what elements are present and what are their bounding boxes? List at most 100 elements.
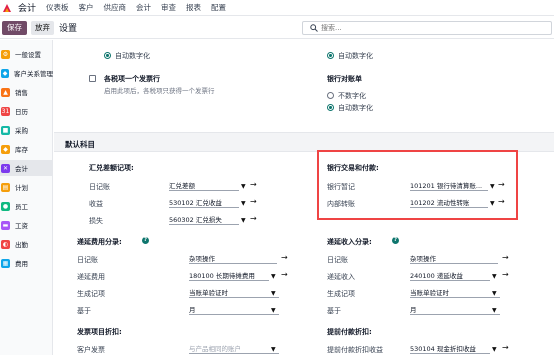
help-icon[interactable]: ? bbox=[142, 237, 149, 244]
sidebar-item-payroll[interactable]: ▬ 工资 bbox=[0, 217, 53, 233]
menu-review[interactable]: 审查 bbox=[161, 2, 176, 13]
chevron-down-icon[interactable]: ▼ bbox=[271, 346, 276, 353]
radio-label: 自动数字化 bbox=[115, 52, 150, 60]
internal-link-icon[interactable]: → bbox=[250, 197, 257, 206]
deferred-revenue-title: 递延收入分录: bbox=[327, 238, 372, 246]
sidebar-item-sales[interactable]: ▲ 销售 bbox=[0, 84, 53, 100]
sidebar-item-crm[interactable]: ◆ 客户关系管理 bbox=[0, 65, 53, 81]
deferred-revenue-based-select[interactable]: 月 bbox=[410, 304, 500, 315]
fx-journal-field[interactable]: 汇兑差额 bbox=[169, 180, 239, 191]
menu-reporting[interactable]: 报表 bbox=[186, 2, 201, 13]
section-title: 默认科目 bbox=[65, 140, 95, 149]
gear-icon: ⚙ bbox=[1, 49, 10, 59]
chevron-down-icon[interactable]: ▼ bbox=[241, 200, 246, 207]
chevron-down-icon[interactable]: ▼ bbox=[241, 217, 246, 224]
early-payment-gain-label: 提前付款折扣收益 bbox=[327, 346, 383, 354]
settings-main: 自动数字化 自动数字化 各税项一个发票行 启用此项后，各税项只获得一个发票行 银… bbox=[54, 40, 554, 355]
app-name[interactable]: 会计 bbox=[18, 1, 36, 14]
chevron-down-icon[interactable]: ▼ bbox=[492, 307, 497, 314]
app-logo-icon[interactable] bbox=[2, 3, 12, 13]
fx-loss-label: 损失 bbox=[89, 217, 103, 225]
sidebar-item-general[interactable]: ⚙ 一般设置 bbox=[0, 46, 53, 62]
internal-link-icon[interactable]: → bbox=[281, 270, 288, 279]
menu-configuration[interactable]: 配置 bbox=[211, 2, 226, 13]
deferred-expense-account-label: 递延费用 bbox=[77, 273, 105, 281]
sidebar-item-label: 日历 bbox=[15, 108, 28, 116]
deferred-expense-based-select[interactable]: 月 bbox=[189, 304, 279, 315]
control-panel: 保存 放弃 设置 bbox=[0, 17, 554, 39]
sidebar-item-accounting[interactable]: ✕ 会计 bbox=[0, 160, 53, 176]
sidebar-item-label: 出勤 bbox=[15, 241, 28, 249]
chevron-down-icon[interactable]: ▼ bbox=[492, 290, 497, 297]
customer-invoice-label: 客户发票 bbox=[77, 346, 105, 354]
radio-auto-digitize-left[interactable] bbox=[104, 52, 111, 59]
accounting-icon: ✕ bbox=[1, 163, 10, 173]
deferred-revenue-journal-field[interactable]: 杂项操作 bbox=[410, 253, 498, 264]
internal-link-icon[interactable]: → bbox=[502, 253, 509, 262]
one-line-per-tax-checkbox[interactable] bbox=[89, 75, 96, 82]
chevron-down-icon[interactable]: ▼ bbox=[241, 183, 246, 190]
menu-accounting[interactable]: 会计 bbox=[136, 2, 151, 13]
page-title: 设置 bbox=[59, 24, 78, 34]
sidebar-item-inventory[interactable]: ◆ 库存 bbox=[0, 141, 53, 157]
default-accounts-section-header: 默认科目 bbox=[54, 132, 554, 152]
chevron-down-icon[interactable]: ▼ bbox=[271, 273, 276, 280]
discard-button[interactable]: 放弃 bbox=[31, 20, 54, 35]
sidebar-item-label: 库存 bbox=[15, 146, 28, 154]
purchase-icon: ■ bbox=[1, 125, 10, 135]
internal-link-icon[interactable]: → bbox=[250, 180, 257, 189]
deferred-revenue-account-label: 递延收入 bbox=[327, 273, 355, 281]
sidebar-item-planning[interactable]: ▤ 计划 bbox=[0, 179, 53, 195]
sidebar-item-expenses[interactable]: ▦ 费用 bbox=[0, 255, 53, 271]
sidebar-item-calendar[interactable]: 31 日历 bbox=[0, 103, 53, 119]
deferred-expense-title: 递延费用分录: bbox=[77, 238, 122, 246]
chevron-down-icon[interactable]: ▼ bbox=[492, 273, 497, 280]
settings-sidebar: ⚙ 一般设置 ◆ 客户关系管理 ▲ 销售 31 日历 ■ 采购 ◆ 库存 ✕ 会… bbox=[0, 40, 53, 355]
early-payment-title: 提前付款折扣: bbox=[327, 328, 372, 336]
internal-link-icon[interactable]: → bbox=[502, 343, 509, 352]
radio-auto-digitize-bank[interactable] bbox=[327, 104, 334, 111]
bank-bills-title: 银行对账单 bbox=[327, 75, 362, 83]
radio-no-digitize[interactable] bbox=[327, 92, 334, 99]
sidebar-item-label: 计划 bbox=[15, 184, 28, 192]
deferred-revenue-generate-label: 生成记项 bbox=[327, 290, 355, 298]
one-line-per-tax-title: 各税项一个发票行 bbox=[104, 75, 160, 83]
fx-title: 汇兑差额记项: bbox=[89, 164, 134, 172]
deferred-revenue-generate-select[interactable]: 当账单验证时 bbox=[410, 287, 500, 298]
early-payment-gain-field[interactable]: 530104 现金折扣收益 bbox=[410, 343, 490, 354]
sidebar-item-purchase[interactable]: ■ 采购 bbox=[0, 122, 53, 138]
internal-link-icon[interactable]: → bbox=[502, 270, 509, 279]
menu-customers[interactable]: 客户 bbox=[79, 2, 94, 13]
sidebar-item-label: 客户关系管理 bbox=[14, 70, 53, 78]
menu-vendors[interactable]: 供应商 bbox=[104, 2, 127, 13]
deferred-revenue-journal-label: 日记账 bbox=[327, 256, 348, 264]
chevron-down-icon[interactable]: ▼ bbox=[492, 346, 497, 353]
sales-icon: ▲ bbox=[1, 87, 10, 97]
menu-dashboard[interactable]: 仪表板 bbox=[46, 2, 69, 13]
deferred-expense-journal-field[interactable]: 杂项操作 bbox=[189, 253, 277, 264]
calendar-icon: 31 bbox=[1, 106, 10, 116]
deferred-expense-account-field[interactable]: 180100 长期待摊费用 bbox=[189, 270, 269, 281]
deferred-expense-journal-label: 日记账 bbox=[77, 256, 98, 264]
internal-link-icon[interactable]: → bbox=[250, 214, 257, 223]
sidebar-item-attendance[interactable]: ◐ 出勤 bbox=[0, 236, 53, 252]
search-box[interactable] bbox=[302, 21, 552, 35]
chevron-down-icon[interactable]: ▼ bbox=[271, 290, 276, 297]
customer-invoice-field[interactable]: 与产品相同的账户 bbox=[189, 343, 279, 354]
sidebar-item-label: 采购 bbox=[15, 127, 28, 135]
deferred-revenue-account-field[interactable]: 240100 递延收益 bbox=[410, 270, 490, 281]
chevron-down-icon[interactable]: ▼ bbox=[271, 307, 276, 314]
deferred-expense-generate-select[interactable]: 当账单验证时 bbox=[189, 287, 279, 298]
internal-link-icon[interactable]: → bbox=[281, 253, 288, 262]
save-button[interactable]: 保存 bbox=[2, 20, 27, 35]
payroll-icon: ▬ bbox=[1, 220, 10, 230]
fx-loss-field[interactable]: 560302 汇兑损失 bbox=[169, 214, 239, 225]
search-input[interactable] bbox=[321, 24, 521, 32]
fx-gain-field[interactable]: 530102 汇兑收益 bbox=[169, 197, 239, 208]
sidebar-item-label: 工资 bbox=[15, 222, 28, 230]
sidebar-item-label: 会计 bbox=[15, 165, 28, 173]
radio-auto-digitize-right[interactable] bbox=[327, 52, 334, 59]
help-icon[interactable]: ? bbox=[392, 237, 399, 244]
sidebar-item-employees[interactable]: ● 员工 bbox=[0, 198, 53, 214]
deferred-revenue-based-label: 基于 bbox=[327, 307, 341, 315]
